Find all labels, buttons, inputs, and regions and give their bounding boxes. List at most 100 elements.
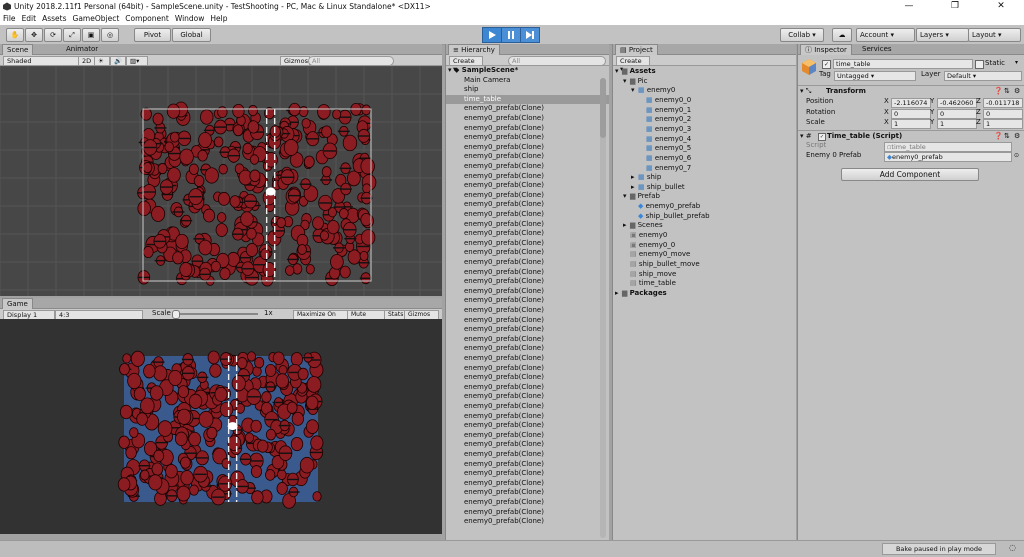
project-item[interactable]: ▾ ▆ Prefab	[623, 192, 660, 202]
hierarchy-item-clone[interactable]: enemy0_prefab(Clone)	[446, 268, 609, 278]
project-item[interactable]: ▸ ▦ ship_bullet	[631, 183, 685, 193]
static-checkbox[interactable]	[975, 60, 984, 69]
project-item[interactable]: ▾ ▆ Pic	[623, 77, 647, 87]
minimize-button[interactable]: —	[886, 0, 932, 13]
scale-slider[interactable]	[174, 313, 258, 315]
project-item[interactable]: ▣ enemy0_0	[623, 241, 675, 251]
hierarchy-item-clone[interactable]: enemy0_prefab(Clone)	[446, 191, 609, 201]
active-checkbox[interactable]: ✓	[822, 60, 831, 69]
project-item[interactable]: ▦ enemy0_6	[639, 154, 691, 164]
hierarchy-item-clone[interactable]: enemy0_prefab(Clone)	[446, 450, 609, 460]
game-viewport[interactable]	[0, 319, 442, 534]
hierarchy-item-clone[interactable]: enemy0_prefab(Clone)	[446, 469, 609, 479]
hierarchy-item-clone[interactable]: enemy0_prefab(Clone)	[446, 277, 609, 287]
script-enabled-checkbox[interactable]: ✓	[818, 133, 826, 141]
hierarchy-item-clone[interactable]: enemy0_prefab(Clone)	[446, 316, 609, 326]
hierarchy-item-clone[interactable]: enemy0_prefab(Clone)	[446, 479, 609, 489]
account-dropdown[interactable]: Account ▾	[856, 28, 915, 42]
gizmos-dropdown[interactable]: Gizmos ▾	[280, 56, 310, 73]
foldout-arrow-icon[interactable]: ▾	[615, 67, 622, 77]
hierarchy-item-clone[interactable]: enemy0_prefab(Clone)	[446, 498, 609, 508]
hierarchy-item-clone[interactable]: enemy0_prefab(Clone)	[446, 508, 609, 518]
tag-dropdown[interactable]: Untagged ▾	[834, 71, 916, 81]
hierarchy-item-clone[interactable]: enemy0_prefab(Clone)	[446, 152, 609, 162]
hierarchy-item-clone[interactable]: enemy0_prefab(Clone)	[446, 104, 609, 114]
foldout-arrow-icon[interactable]: ▸	[631, 183, 638, 193]
static-dropdown-icon[interactable]: ▾	[1015, 59, 1018, 66]
transform-y-field[interactable]: -0.462060	[937, 98, 977, 108]
pivot-toggle[interactable]: Pivot	[134, 28, 171, 42]
project-item[interactable]: ▦ enemy0_7	[639, 164, 691, 174]
transform-y-field[interactable]: 1	[937, 119, 977, 129]
transform-x-field[interactable]: -2.116074	[891, 98, 931, 108]
hierarchy-item-clone[interactable]: enemy0_prefab(Clone)	[446, 162, 609, 172]
transform-x-field[interactable]: 0	[891, 108, 931, 119]
tab-services[interactable]: Services	[858, 44, 896, 54]
project-item[interactable]: ▦ enemy0_4	[639, 135, 691, 145]
global-toggle[interactable]: Global	[172, 28, 211, 42]
hierarchy-item-clone[interactable]: enemy0_prefab(Clone)	[446, 229, 609, 239]
project-item[interactable]: ◆ enemy0_prefab	[631, 202, 700, 212]
project-item[interactable]: ▤ ship_bullet_move	[623, 260, 700, 270]
hierarchy-item-clone[interactable]: enemy0_prefab(Clone)	[446, 383, 609, 393]
lighting-icon[interactable]: ☀	[94, 56, 110, 66]
scale-slider-handle[interactable]	[172, 310, 180, 319]
hierarchy-search-input[interactable]: All	[508, 56, 606, 66]
script-settings-icon[interactable]: ⚙	[1014, 132, 1020, 141]
project-create-dropdown[interactable]: Create ▾	[616, 56, 650, 73]
project-item[interactable]: ▦ enemy0_1	[639, 106, 691, 116]
collab-dropdown[interactable]: Collab ▾	[780, 28, 824, 42]
prefab-field[interactable]: ◆enemy0_prefab	[884, 152, 1012, 162]
hierarchy-item-clone[interactable]: enemy0_prefab(Clone)	[446, 239, 609, 249]
hierarchy-item-clone[interactable]: enemy0_prefab(Clone)	[446, 344, 609, 354]
close-button[interactable]: ✕	[978, 0, 1024, 13]
hierarchy-item-clone[interactable]: enemy0_prefab(Clone)	[446, 220, 609, 230]
hierarchy-item-clone[interactable]: enemy0_prefab(Clone)	[446, 364, 609, 374]
hierarchy-item-clone[interactable]: enemy0_prefab(Clone)	[446, 133, 609, 143]
hierarchy-item-clone[interactable]: enemy0_prefab(Clone)	[446, 335, 609, 345]
foldout-arrow-icon[interactable]: ▸	[631, 173, 638, 183]
transform-z-field[interactable]: 0	[983, 108, 1023, 119]
project-item[interactable]: ▦ enemy0_2	[639, 115, 691, 125]
hierarchy-item-clone[interactable]: enemy0_prefab(Clone)	[446, 248, 609, 258]
hierarchy-item-clone[interactable]: enemy0_prefab(Clone)	[446, 258, 609, 268]
layers-dropdown[interactable]: Layers ▾	[916, 28, 969, 42]
foldout-arrow-icon[interactable]: ▸	[623, 221, 630, 231]
hierarchy-item-clone[interactable]: enemy0_prefab(Clone)	[446, 402, 609, 412]
project-item[interactable]: ▸ ▆ Packages	[615, 289, 667, 299]
hierarchy-item-clone[interactable]: enemy0_prefab(Clone)	[446, 517, 609, 527]
foldout-arrow-icon[interactable]: ▾	[623, 192, 630, 202]
hierarchy-item-clone[interactable]: enemy0_prefab(Clone)	[446, 200, 609, 210]
scene-root-row[interactable]: ▾ ◆ SampleScene*	[446, 66, 600, 76]
hierarchy-scrollbar[interactable]	[600, 78, 606, 538]
tab-scene[interactable]: Scene	[2, 44, 34, 55]
audio-icon[interactable]: 🔊	[110, 56, 126, 66]
object-picker-icon[interactable]: ⊙	[1014, 151, 1019, 160]
foldout-arrow-icon[interactable]: ▾	[623, 77, 630, 87]
project-item[interactable]: ▦ enemy0_5	[639, 144, 691, 154]
project-item[interactable]: ▤ enemy0_move	[623, 250, 690, 260]
hierarchy-item-clone[interactable]: enemy0_prefab(Clone)	[446, 431, 609, 441]
transform-header[interactable]: ▾ ⤡ Transform ❓ ⇅ ⚙	[798, 85, 1024, 96]
hierarchy-item[interactable]: Main Camera	[446, 76, 609, 86]
hierarchy-item-clone[interactable]: enemy0_prefab(Clone)	[446, 114, 609, 124]
menu-file[interactable]: File	[0, 13, 19, 25]
effects-icon[interactable]: ▨▾	[126, 56, 148, 66]
hierarchy-scrollbar-thumb[interactable]	[600, 78, 606, 138]
tab-animator[interactable]: Animator	[62, 44, 102, 54]
hierarchy-item-clone[interactable]: enemy0_prefab(Clone)	[446, 287, 609, 297]
foldout-arrow-icon[interactable]: ▾	[631, 86, 638, 96]
menu-assets[interactable]: Assets	[39, 13, 69, 25]
transform-z-field[interactable]: -0.011718	[983, 98, 1023, 108]
tab-game[interactable]: Game	[2, 298, 33, 309]
script-preset-icon[interactable]: ⇅	[1004, 132, 1010, 141]
foldout-arrow-icon[interactable]: ▸	[615, 289, 622, 299]
menu-window[interactable]: Window	[172, 13, 208, 25]
hierarchy-item-clone[interactable]: enemy0_prefab(Clone)	[446, 488, 609, 498]
project-item[interactable]: ▸ ▦ ship	[631, 173, 661, 183]
pause-button[interactable]	[501, 27, 521, 43]
hierarchy-item-clone[interactable]: enemy0_prefab(Clone)	[446, 210, 609, 220]
hierarchy-item[interactable]: time_table	[446, 94, 609, 105]
hierarchy-item-clone[interactable]: enemy0_prefab(Clone)	[446, 373, 609, 383]
project-item[interactable]: ◆ ship_bullet_prefab	[631, 212, 710, 222]
